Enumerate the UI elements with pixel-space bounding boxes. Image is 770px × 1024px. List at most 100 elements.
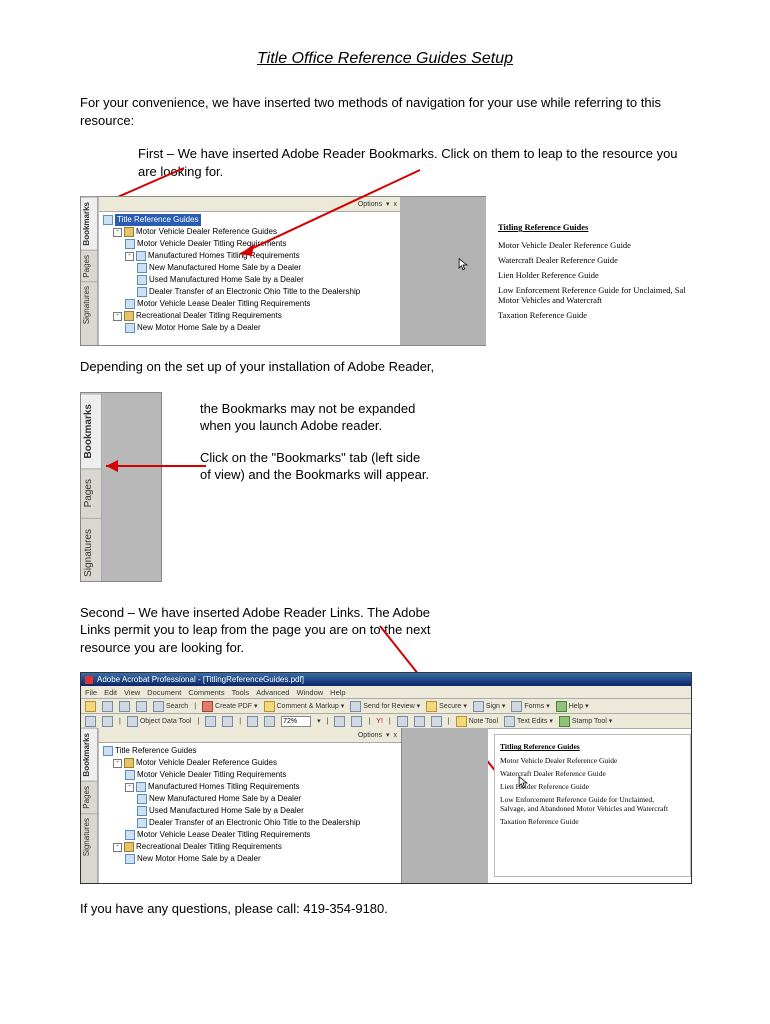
- bookmarks-tab[interactable]: Bookmarks: [81, 728, 97, 781]
- secure-button[interactable]: Secure ▾: [426, 701, 467, 712]
- depending-text: Depending on the set up of your installa…: [80, 358, 690, 376]
- app-icon: [85, 676, 93, 684]
- menu-window[interactable]: Window: [296, 688, 323, 697]
- menu-tools[interactable]: Tools: [232, 688, 250, 697]
- intro-text: For your convenience, we have inserted t…: [80, 94, 690, 129]
- bookmark-item[interactable]: Motor Vehicle Lease Dealer Titling Requi…: [137, 830, 310, 839]
- create-pdf-button[interactable]: Create PDF ▾: [202, 701, 257, 712]
- help-button[interactable]: Help ▾: [556, 701, 589, 712]
- first-method-text: First – We have inserted Adobe Reader Bo…: [80, 145, 690, 180]
- bookmark-root[interactable]: Title Reference Guides: [115, 214, 201, 226]
- document-page: Title Office Reference Guides Setup For …: [0, 0, 770, 974]
- send-review-button[interactable]: Send for Review ▾: [350, 701, 420, 712]
- bookmark-item[interactable]: New Motor Home Sale by a Dealer: [137, 854, 261, 863]
- options-button[interactable]: Options: [358, 732, 382, 739]
- layout-button[interactable]: [397, 716, 408, 727]
- signatures-tab[interactable]: Signatures: [81, 813, 97, 860]
- document-grey-area: [402, 728, 488, 883]
- bookmark-item[interactable]: Dealer Transfer of an Electronic Ohio Ti…: [149, 287, 360, 296]
- menu-view[interactable]: View: [124, 688, 140, 697]
- links-header: Titling Reference Guides: [500, 742, 680, 751]
- bookmark-item[interactable]: Manufactured Homes Titling Requirements: [148, 251, 300, 260]
- bookmarks-tree: Title Reference Guides -Motor Vehicle De…: [99, 212, 401, 336]
- zoom-in-button[interactable]: [222, 716, 233, 727]
- text-edits-button[interactable]: Text Edits ▾: [504, 716, 553, 727]
- search-button[interactable]: Search: [153, 701, 188, 712]
- bookmark-item[interactable]: Dealer Transfer of an Electronic Ohio Ti…: [149, 818, 360, 827]
- menu-bar: File Edit View Document Comments Tools A…: [81, 686, 691, 699]
- fit-button[interactable]: [351, 716, 362, 727]
- nav-button[interactable]: [264, 716, 275, 727]
- zoom-input[interactable]: [281, 716, 311, 727]
- menu-edit[interactable]: Edit: [104, 688, 117, 697]
- options-button[interactable]: Options: [358, 201, 382, 208]
- bookmark-item[interactable]: New Motor Home Sale by a Dealer: [137, 323, 261, 332]
- bookmark-item[interactable]: Motor Vehicle Lease Dealer Titling Requi…: [137, 299, 310, 308]
- close-button[interactable]: x: [394, 201, 398, 208]
- hand-tool-button[interactable]: [85, 716, 96, 727]
- cursor-icon: [518, 776, 528, 790]
- link-item[interactable]: Low Enforcement Reference Guide for Uncl…: [500, 795, 680, 813]
- bookmarks-toolbar: Options ▾ x: [99, 197, 401, 212]
- screenshot-2: Bookmarks Pages Signatures the Bookmarks…: [80, 392, 510, 580]
- save-button[interactable]: [102, 701, 113, 712]
- pages-tab[interactable]: Pages: [81, 250, 97, 282]
- pages-tab[interactable]: Pages: [81, 468, 101, 517]
- bookmark-item[interactable]: New Manufactured Home Sale by a Dealer: [149, 263, 301, 272]
- links-header: Titling Reference Guides: [498, 222, 686, 232]
- bookmark-item[interactable]: New Manufactured Home Sale by a Dealer: [149, 794, 301, 803]
- pages-tab[interactable]: Pages: [81, 781, 97, 813]
- bookmarks-tree-3: Title Reference Guides -Motor Vehicle De…: [99, 743, 401, 867]
- sign-button[interactable]: Sign ▾: [473, 701, 506, 712]
- menu-advanced[interactable]: Advanced: [256, 688, 289, 697]
- document-pane: [400, 196, 486, 346]
- nav-button[interactable]: [247, 716, 258, 727]
- layout-button[interactable]: [431, 716, 442, 727]
- open-button[interactable]: [85, 701, 96, 712]
- bookmark-item[interactable]: Motor Vehicle Dealer Titling Requirement…: [137, 239, 286, 248]
- fit-button[interactable]: [334, 716, 345, 727]
- link-item[interactable]: Motor Vehicle Dealer Reference Guide: [498, 240, 686, 250]
- select-tool-button[interactable]: [102, 716, 113, 727]
- link-item[interactable]: Taxation Reference Guide: [498, 310, 686, 320]
- bookmark-item[interactable]: Recreational Dealer Titling Requirements: [136, 842, 282, 851]
- bookmark-item[interactable]: Manufactured Homes Titling Requirements: [148, 782, 300, 791]
- bookmark-item[interactable]: Used Manufactured Home Sale by a Dealer: [149, 806, 304, 815]
- bookmark-item[interactable]: Motor Vehicle Dealer Reference Guides: [136, 758, 277, 767]
- bookmark-item[interactable]: Motor Vehicle Dealer Titling Requirement…: [137, 770, 286, 779]
- forms-button[interactable]: Forms ▾: [511, 701, 549, 712]
- bookmarks-panel: Bookmarks Pages Signatures Options ▾ x T…: [80, 196, 402, 346]
- link-item[interactable]: Lien Holder Reference Guide: [498, 270, 686, 280]
- link-item[interactable]: Taxation Reference Guide: [500, 817, 680, 826]
- link-item[interactable]: Watercraft Dealer Reference Guide: [498, 255, 686, 265]
- signatures-tab[interactable]: Signatures: [81, 518, 101, 587]
- object-data-button[interactable]: Object Data Tool: [127, 716, 192, 727]
- menu-comments[interactable]: Comments: [188, 688, 224, 697]
- bookmarks-toolbar-3: Options ▾ x: [99, 728, 401, 743]
- menu-file[interactable]: File: [85, 688, 97, 697]
- stamp-tool-button[interactable]: Stamp Tool ▾: [559, 716, 612, 727]
- page-title: Title Office Reference Guides Setup: [80, 50, 690, 68]
- toolbar-row-2: | Object Data Tool | | ▾ | | Y! | |: [81, 714, 691, 729]
- layout-button[interactable]: [414, 716, 425, 727]
- bookmarks-tab[interactable]: Bookmarks: [81, 197, 97, 250]
- menu-help[interactable]: Help: [330, 688, 345, 697]
- print-button[interactable]: [119, 701, 130, 712]
- bookmarks-tab[interactable]: Bookmarks: [81, 393, 101, 468]
- link-item[interactable]: Motor Vehicle Dealer Reference Guide: [500, 756, 680, 765]
- comment-markup-button[interactable]: Comment & Markup ▾: [264, 701, 345, 712]
- note-tool-button[interactable]: Note Tool: [456, 716, 498, 727]
- bookmark-item[interactable]: Motor Vehicle Dealer Reference Guides: [136, 227, 277, 236]
- shot2-caption: the Bookmarks may not be expanded when y…: [200, 400, 430, 484]
- bookmark-root[interactable]: Title Reference Guides: [115, 746, 197, 755]
- zoom-out-button[interactable]: [205, 716, 216, 727]
- toolbar-row-1: Search | Create PDF ▾ Comment & Markup ▾…: [81, 699, 691, 714]
- bookmark-item[interactable]: Used Manufactured Home Sale by a Dealer: [149, 275, 304, 284]
- bookmark-item[interactable]: Recreational Dealer Titling Requirements: [136, 311, 282, 320]
- menu-document[interactable]: Document: [147, 688, 181, 697]
- signatures-tab[interactable]: Signatures: [81, 281, 97, 328]
- link-item[interactable]: Low Enforcement Reference Guide for Uncl…: [498, 285, 686, 305]
- email-button[interactable]: [136, 701, 147, 712]
- close-button[interactable]: x: [394, 732, 398, 739]
- window-titlebar: Adobe Acrobat Professional - [TitlingRef…: [81, 673, 691, 686]
